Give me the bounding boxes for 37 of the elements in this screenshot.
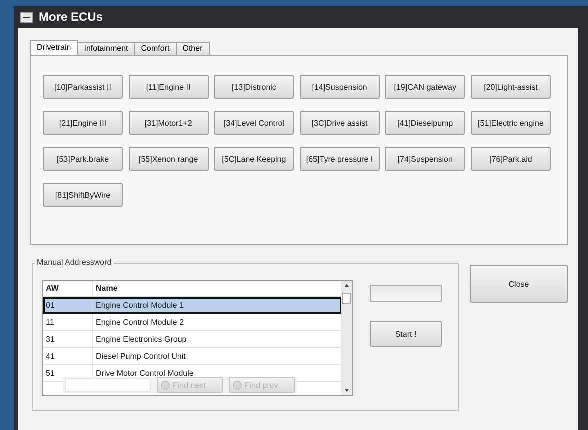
ecu-button[interactable]: [14]Suspension bbox=[300, 75, 380, 99]
tab[interactable]: Drivetrain bbox=[30, 40, 78, 55]
ecu-button[interactable]: [31]Motor1+2 bbox=[128, 111, 209, 135]
window-title: More ECUs bbox=[39, 10, 104, 24]
scroll-down-icon[interactable] bbox=[344, 389, 348, 392]
ecu-button[interactable]: [65]Tyre pressure I bbox=[300, 147, 380, 171]
group-title: Manual Addressword bbox=[35, 258, 114, 267]
ecu-button[interactable]: [20]Light-assist bbox=[470, 75, 551, 99]
ecu-button[interactable]: [51]Electric engine bbox=[470, 111, 551, 135]
scroll-thumb[interactable] bbox=[342, 293, 351, 304]
ecu-button[interactable]: [19]CAN gateway bbox=[385, 75, 466, 99]
tab[interactable]: Comfort bbox=[134, 42, 177, 55]
ecu-button[interactable]: [53]Park.brake bbox=[43, 147, 123, 171]
system-menu-icon[interactable] bbox=[20, 12, 33, 22]
table-row[interactable]: 01 Engine Control Module 1 bbox=[43, 297, 342, 314]
ecu-button[interactable]: [13]Distronic bbox=[214, 75, 294, 99]
tab[interactable]: Infotainment bbox=[77, 42, 136, 55]
ecu-button[interactable]: [34]Level Control bbox=[214, 111, 294, 135]
ecu-button[interactable]: [41]Dieselpump bbox=[385, 111, 466, 135]
ecu-button[interactable]: [3C]Drive assist bbox=[300, 111, 380, 135]
ecu-button[interactable]: [55]Xenon range bbox=[128, 147, 209, 171]
column-header[interactable]: Name bbox=[93, 281, 342, 296]
tab[interactable]: Other bbox=[176, 42, 210, 55]
start-button[interactable]: Start ! bbox=[370, 321, 442, 347]
ecu-button[interactable]: [76]Park.aid bbox=[470, 147, 551, 171]
ecu-button[interactable]: [74]Suspension bbox=[385, 147, 466, 171]
close-button[interactable]: Close bbox=[470, 265, 568, 303]
search-field[interactable] bbox=[65, 378, 151, 392]
ecu-button[interactable]: [81]ShiftByWire bbox=[43, 183, 123, 207]
column-header[interactable]: AW bbox=[43, 281, 93, 296]
address-field[interactable] bbox=[370, 285, 442, 302]
scrollbar[interactable] bbox=[341, 281, 352, 395]
ecu-button[interactable]: [10]Parkassist II bbox=[43, 75, 123, 99]
scroll-up-icon[interactable] bbox=[344, 284, 348, 287]
ecu-button[interactable]: [21]Engine III bbox=[43, 111, 123, 135]
ecu-button[interactable]: [5C]Lane Keeping bbox=[214, 147, 294, 171]
ecu-button[interactable]: [11]Engine II bbox=[128, 75, 209, 99]
